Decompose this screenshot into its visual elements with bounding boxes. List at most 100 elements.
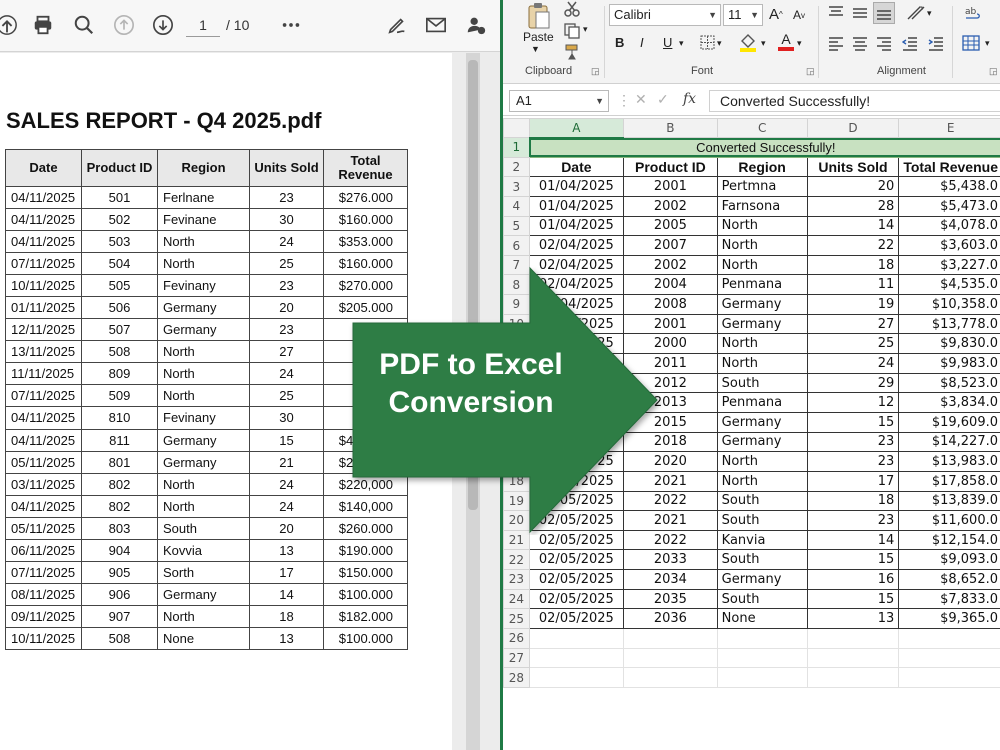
data-cell[interactable]: 23 — [806, 510, 900, 531]
empty-cell[interactable] — [528, 647, 625, 669]
data-cell[interactable]: 14 — [806, 215, 900, 237]
data-cell[interactable]: 17 — [806, 470, 900, 492]
empty-cell[interactable] — [716, 647, 808, 669]
data-cell[interactable]: $11,600.0 — [898, 510, 1000, 531]
page-up-icon[interactable] — [111, 12, 137, 38]
data-cell[interactable]: $4,078.0 — [898, 215, 1000, 237]
insert-function-icon[interactable]: fx — [683, 91, 696, 107]
enter-icon[interactable]: ✓ — [657, 91, 669, 108]
empty-cell[interactable] — [898, 647, 1000, 669]
row-header[interactable]: 4 — [503, 195, 530, 217]
font-color-dropdown-icon[interactable]: ▾ — [797, 38, 802, 49]
data-cell[interactable]: South — [716, 588, 808, 610]
data-cell[interactable]: 2005 — [623, 215, 718, 237]
data-cell[interactable]: South — [716, 372, 808, 394]
column-header-d[interactable]: D — [806, 118, 900, 138]
data-cell[interactable]: 2036 — [623, 608, 718, 630]
format-painter-icon[interactable] — [563, 43, 581, 61]
empty-cell[interactable] — [806, 647, 900, 669]
data-cell[interactable]: North — [716, 353, 808, 374]
decrease-indent-icon[interactable] — [901, 35, 919, 53]
data-cell[interactable]: North — [716, 215, 808, 237]
data-cell[interactable]: 01/04/2025 — [528, 195, 625, 217]
row-header[interactable]: 5 — [503, 215, 530, 237]
data-cell[interactable]: 01/04/2025 — [528, 176, 625, 197]
data-cell[interactable]: $17,858.0 — [898, 470, 1000, 492]
data-cell[interactable]: Germany — [716, 569, 808, 590]
print-icon[interactable] — [30, 12, 56, 38]
data-cell[interactable]: $8,652.0 — [898, 569, 1000, 590]
data-cell[interactable]: 16 — [806, 569, 900, 590]
italic-button[interactable]: I — [640, 35, 644, 50]
empty-cell[interactable] — [623, 628, 718, 649]
data-cell[interactable]: 13 — [806, 608, 900, 630]
data-cell[interactable]: 2033 — [623, 549, 718, 571]
data-cell[interactable]: Germany — [716, 294, 808, 315]
header-cell[interactable]: Product ID — [623, 156, 718, 178]
data-cell[interactable]: 02/05/2025 — [528, 569, 625, 590]
data-cell[interactable]: Pertmna — [716, 176, 808, 197]
merge-cells-icon[interactable] — [961, 34, 981, 52]
underline-button[interactable]: U — [663, 35, 672, 50]
row-header[interactable]: 1 — [503, 137, 530, 158]
row-header[interactable]: 25 — [503, 608, 530, 630]
data-cell[interactable]: 20 — [806, 176, 900, 197]
data-cell[interactable]: $4,535.0 — [898, 274, 1000, 296]
row-header[interactable]: 27 — [503, 647, 530, 669]
data-cell[interactable]: South — [716, 510, 808, 531]
copy-icon[interactable] — [563, 22, 581, 40]
sign-icon[interactable] — [384, 12, 410, 38]
font-name-select[interactable]: Calibri ▼ — [609, 4, 721, 26]
data-cell[interactable]: $7,833.0 — [898, 588, 1000, 610]
align-center-icon[interactable] — [851, 35, 869, 53]
page-number-input[interactable]: 1 — [186, 13, 220, 37]
select-all-corner[interactable] — [503, 118, 530, 138]
data-cell[interactable]: $5,438.0 — [898, 176, 1000, 197]
data-cell[interactable]: 14 — [806, 529, 900, 551]
data-cell[interactable]: 02/05/2025 — [528, 549, 625, 571]
mail-icon[interactable] — [423, 12, 449, 38]
data-cell[interactable]: 2001 — [623, 176, 718, 197]
paste-button[interactable]: Paste — [523, 30, 554, 44]
row-header[interactable]: 23 — [503, 569, 530, 590]
copy-dropdown-icon[interactable]: ▾ — [583, 24, 588, 35]
data-cell[interactable]: 23 — [806, 431, 900, 453]
data-cell[interactable]: $3,603.0 — [898, 235, 1000, 256]
bold-button[interactable]: B — [615, 35, 624, 50]
merge-dropdown-icon[interactable]: ▾ — [985, 38, 990, 49]
data-cell[interactable]: 22 — [806, 235, 900, 256]
data-cell[interactable]: 29 — [806, 372, 900, 394]
data-cell[interactable]: Germany — [716, 431, 808, 453]
data-cell[interactable]: $8,523.0 — [898, 372, 1000, 394]
data-cell[interactable]: $9,830.0 — [898, 333, 1000, 355]
increase-indent-icon[interactable] — [927, 35, 945, 53]
formula-input[interactable]: Converted Successfully! — [709, 90, 1000, 112]
user-info-icon[interactable] — [463, 12, 489, 38]
more-icon[interactable] — [278, 12, 304, 38]
data-cell[interactable]: $10,358.0 — [898, 294, 1000, 315]
column-header-b[interactable]: B — [623, 118, 718, 138]
data-cell[interactable]: North — [716, 470, 808, 492]
data-cell[interactable]: 23 — [806, 451, 900, 472]
paste-icon[interactable] — [525, 2, 553, 30]
data-cell[interactable]: 2035 — [623, 588, 718, 610]
name-box[interactable]: A1 ▼ — [509, 90, 609, 112]
row-header[interactable]: 24 — [503, 588, 530, 610]
empty-cell[interactable] — [528, 667, 625, 688]
orientation-dropdown-icon[interactable]: ▾ — [927, 8, 932, 19]
data-cell[interactable]: 18 — [806, 490, 900, 512]
data-cell[interactable]: 2002 — [623, 195, 718, 217]
row-header[interactable]: 28 — [503, 667, 530, 688]
data-cell[interactable]: $13,778.0 — [898, 313, 1000, 335]
underline-dropdown-icon[interactable]: ▾ — [679, 38, 684, 49]
data-cell[interactable]: North — [716, 254, 808, 276]
alignment-launcher-icon[interactable]: ◲ — [989, 66, 998, 77]
data-cell[interactable]: Germany — [716, 411, 808, 433]
data-cell[interactable]: Farnsona — [716, 195, 808, 217]
data-cell[interactable]: $14,227.0 — [898, 431, 1000, 453]
row-header[interactable]: 26 — [503, 628, 530, 649]
data-cell[interactable]: Penmana — [716, 392, 808, 413]
data-cell[interactable]: 02/05/2025 — [528, 588, 625, 610]
column-header-c[interactable]: C — [716, 118, 808, 138]
data-cell[interactable]: None — [716, 608, 808, 630]
